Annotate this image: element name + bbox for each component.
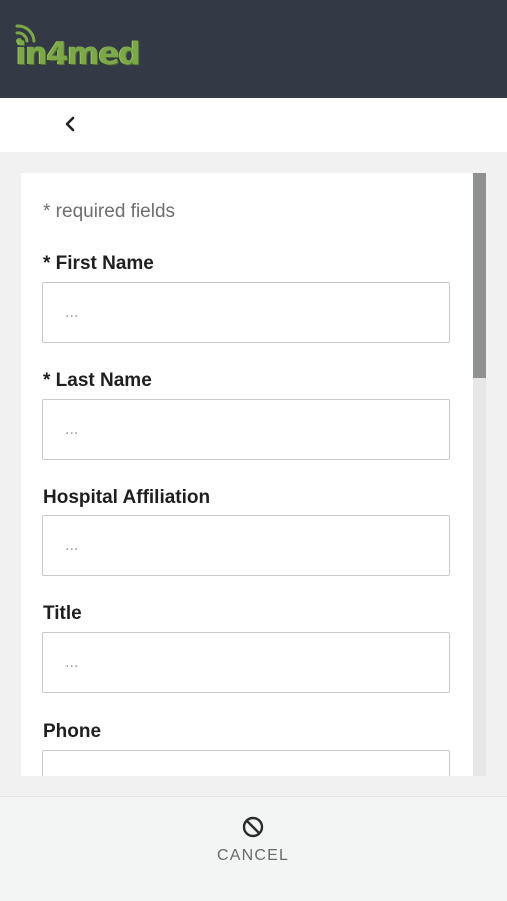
hospital-affiliation-input[interactable] xyxy=(42,515,450,576)
phone-input[interactable] xyxy=(42,750,450,776)
first-name-label: * First Name xyxy=(43,253,154,274)
last-name-input[interactable] xyxy=(42,399,450,460)
cancel-button[interactable]: CANCEL xyxy=(193,815,313,879)
scrollbar-thumb[interactable] xyxy=(473,173,486,378)
phone-label: Phone xyxy=(43,721,102,742)
back-button[interactable] xyxy=(54,108,86,140)
cancel-label: CANCEL xyxy=(216,847,290,864)
form-card: * required fields * First Name * Last Na… xyxy=(21,173,486,776)
logo-wordmark: in4med xyxy=(16,36,141,72)
title-label: Title xyxy=(43,603,82,624)
title-input[interactable] xyxy=(42,632,450,693)
hospital-affiliation-label: Hospital Affiliation xyxy=(43,487,211,508)
first-name-input[interactable] xyxy=(42,282,450,343)
app-header: in4med xyxy=(0,0,507,98)
last-name-label: * Last Name xyxy=(43,370,152,391)
required-fields-note: * required fields xyxy=(43,201,176,222)
app-logo: in4med xyxy=(14,22,164,74)
nav-bar xyxy=(0,98,507,152)
chevron-left-icon xyxy=(65,116,75,132)
cancel-circle-icon xyxy=(242,816,264,838)
bottom-action-bar: CANCEL xyxy=(0,796,507,901)
